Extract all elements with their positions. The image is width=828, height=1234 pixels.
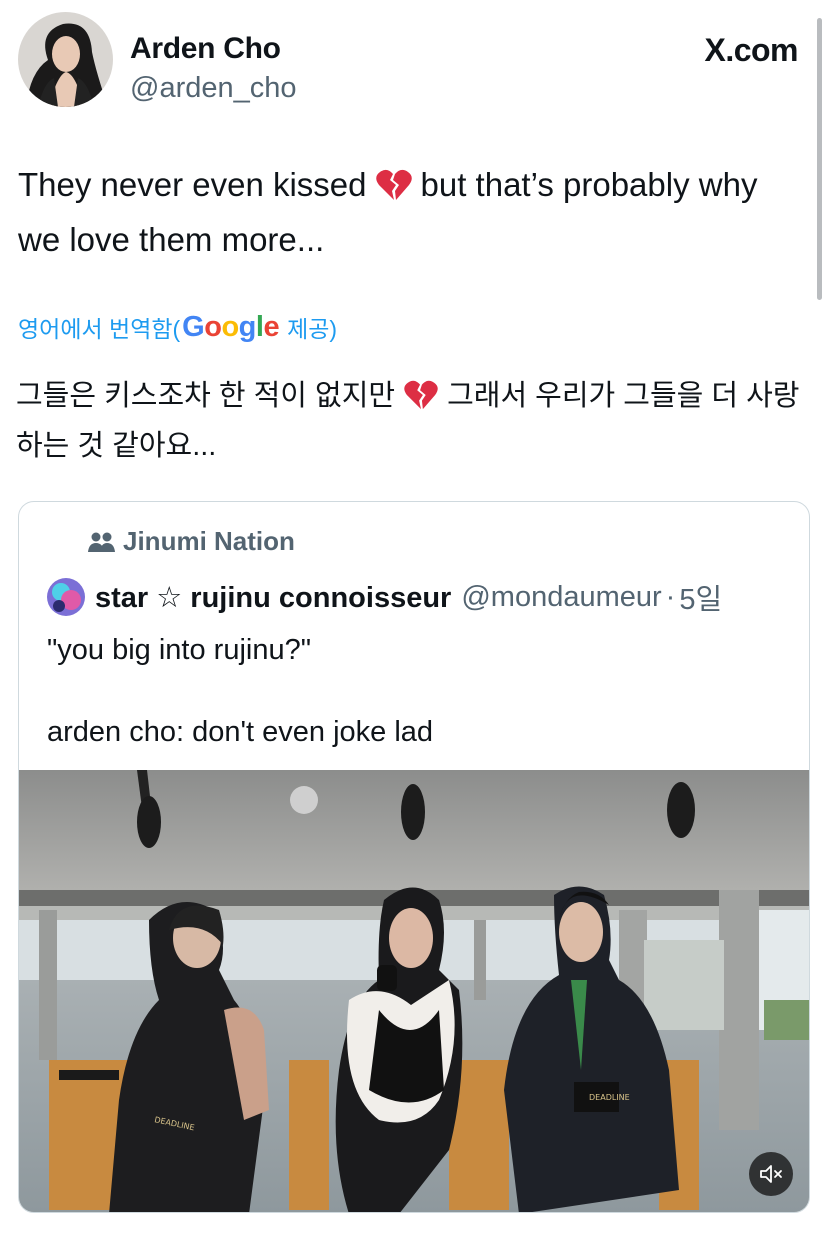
community-name: Jinumi Nation [123, 526, 295, 556]
translation-prefix: 영어에서 번역함( [18, 316, 181, 342]
author-name[interactable]: Arden Cho [130, 32, 281, 66]
translation-suffix: 제공) [287, 316, 338, 342]
quoted-author-avatar[interactable] [47, 578, 85, 616]
quoted-author-handle: @mondaumeur [461, 580, 662, 613]
tweet-text: They never even kissed but that’s probabl… [18, 160, 798, 264]
community-label[interactable]: Jinumi Nation [87, 526, 295, 557]
community-icon [88, 532, 115, 552]
quoted-author-name: star ☆ rujinu connoisseur [95, 581, 452, 614]
quoted-tweet[interactable]: Jinumi Nation star ☆ rujinu connoisseur … [18, 501, 810, 1213]
broken-heart-icon [375, 166, 413, 215]
video-player[interactable]: DEADLINE DEADLINE [19, 770, 809, 1212]
broken-heart-icon [403, 379, 439, 424]
scrollbar[interactable] [817, 18, 822, 300]
translated-text: 그들은 키스조차 한 적이 없지만 그래서 우리가 그들을 더 사랑하는 것 같아… [16, 374, 816, 468]
mute-button[interactable] [749, 1152, 793, 1196]
quoted-timestamp: 5일 [679, 584, 723, 616]
quoted-text: "you big into rujinu?" arden cho: don't … [47, 634, 434, 748]
x-logo: X.com [704, 32, 798, 68]
author-avatar[interactable] [18, 12, 113, 107]
tweet-header: Arden Cho @arden_cho X.com [18, 12, 798, 108]
deadline-sign-right: DEADLINE [589, 1093, 630, 1102]
quoted-author[interactable]: star ☆ rujinu connoisseur @mondaumeur · … [47, 576, 722, 618]
translation-note[interactable]: 영어에서 번역함( Google 제공) [18, 310, 337, 344]
speaker-muted-icon [760, 1165, 782, 1183]
separator-dot: · [665, 580, 676, 613]
author-handle[interactable]: @arden_cho [130, 72, 297, 105]
tweet-text-part1: They never even kissed [18, 166, 367, 203]
google-logo: Google [182, 310, 280, 343]
video-thumbnail: DEADLINE DEADLINE [19, 770, 809, 1212]
translated-text-part1: 그들은 키스조차 한 적이 없지만 [16, 380, 396, 412]
